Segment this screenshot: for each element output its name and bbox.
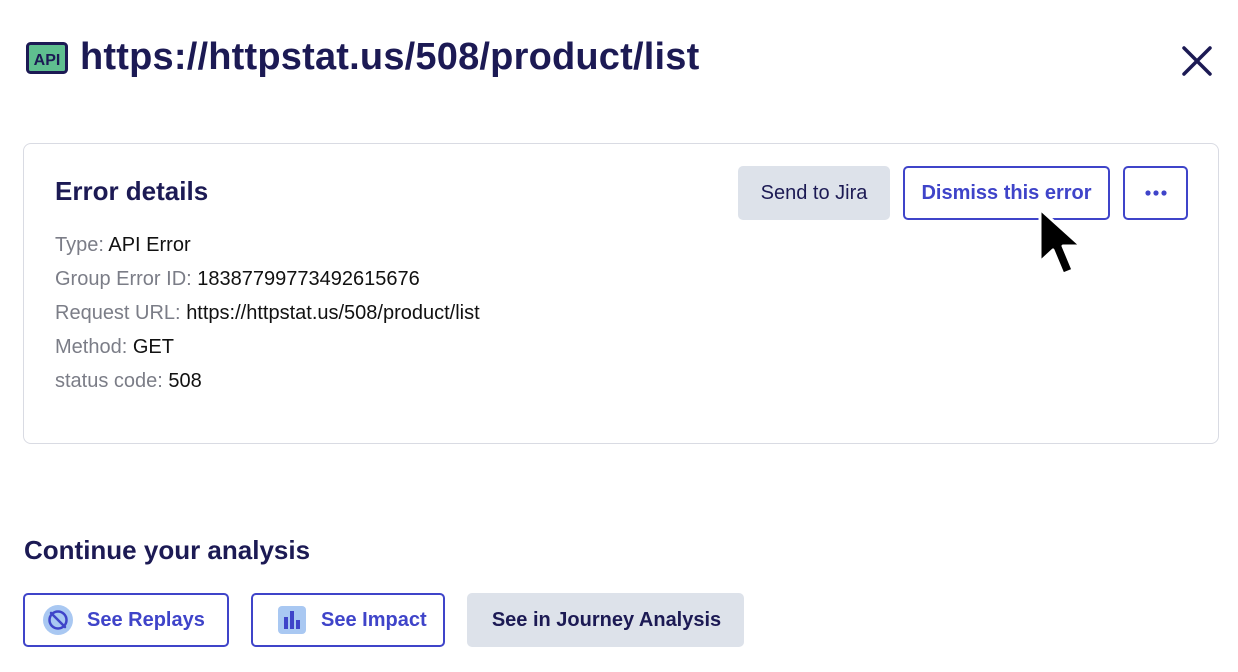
- more-options-button[interactable]: [1123, 166, 1188, 220]
- detail-request-url: Request URL: https://httpstat.us/508/pro…: [55, 296, 480, 330]
- detail-value: 18387799773492615676: [197, 268, 420, 290]
- send-to-jira-button[interactable]: Send to Jira: [738, 166, 890, 220]
- detail-type: Type: API Error: [55, 228, 480, 262]
- see-impact-button[interactable]: See Impact: [251, 593, 445, 647]
- see-impact-label: See Impact: [321, 608, 427, 631]
- error-detail-panel: API https://httpstat.us/508/product/list…: [0, 0, 1238, 672]
- detail-label: status code:: [55, 370, 163, 392]
- see-replays-button[interactable]: See Replays: [23, 593, 229, 647]
- detail-label: Method:: [55, 336, 128, 358]
- detail-value: 508: [168, 370, 202, 392]
- close-icon: [1182, 46, 1212, 76]
- see-journey-analysis-button[interactable]: See in Journey Analysis: [467, 593, 744, 647]
- detail-label: Type:: [55, 234, 104, 256]
- bar-chart-icon: [277, 605, 307, 635]
- card-title: Error details: [55, 176, 209, 206]
- error-details-card: Error details Send to Jira Dismiss this …: [23, 143, 1219, 444]
- continue-analysis-title: Continue your analysis: [24, 535, 311, 565]
- detail-label: Group Error ID:: [55, 268, 192, 290]
- page-title: https://httpstat.us/508/product/list: [80, 36, 700, 78]
- dismiss-error-button[interactable]: Dismiss this error: [903, 166, 1110, 220]
- see-replays-label: See Replays: [87, 608, 205, 631]
- api-icon: API: [26, 41, 68, 75]
- analysis-actions: See Replays See Impact See in Journey An…: [23, 593, 744, 647]
- detail-method: Method: GET: [55, 330, 480, 364]
- more-dots-icon: [1144, 190, 1167, 196]
- header: API https://httpstat.us/508/product/list: [26, 36, 699, 79]
- detail-group-error-id: Group Error ID: 18387799773492615676: [55, 262, 480, 296]
- card-actions: Send to Jira Dismiss this error: [738, 166, 1188, 220]
- detail-value: API Error: [108, 234, 191, 256]
- error-details-list: Type: API Error Group Error ID: 18387799…: [55, 228, 480, 398]
- detail-status-code: status code: 508: [55, 364, 480, 398]
- detail-value: https://httpstat.us/508/product/list: [186, 302, 480, 324]
- detail-value: GET: [132, 336, 174, 358]
- svg-text:API: API: [34, 52, 61, 69]
- detail-label: Request URL:: [55, 302, 181, 324]
- close-button[interactable]: [1172, 36, 1222, 86]
- replays-icon: [43, 605, 73, 635]
